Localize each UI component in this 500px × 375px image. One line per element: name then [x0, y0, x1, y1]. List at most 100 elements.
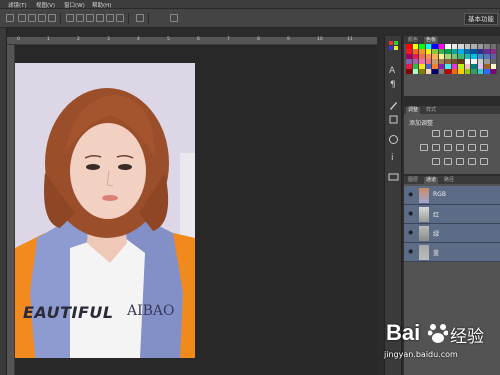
brush-icon[interactable]	[388, 100, 399, 111]
channel-row-red[interactable]: ◉ 红	[404, 205, 500, 224]
channel-row-green[interactable]: ◉ 绿	[404, 224, 500, 243]
tab-layers[interactable]: 图层	[406, 177, 420, 184]
distribute-bottom-icon[interactable]	[86, 14, 94, 22]
channel-thumbnail	[419, 245, 429, 260]
ruler-label: 7	[227, 37, 230, 42]
3d-mode-icon[interactable]	[170, 14, 178, 22]
distribute-right-icon[interactable]	[116, 14, 124, 22]
align-bottom-icon[interactable]	[38, 14, 46, 22]
svg-text:A: A	[389, 66, 396, 75]
align-top-icon[interactable]	[18, 14, 26, 22]
hue-saturation-icon[interactable]	[420, 144, 428, 151]
tab-styles[interactable]: 样式	[424, 107, 438, 114]
channel-thumbnail	[419, 188, 429, 203]
distribute-top-icon[interactable]	[66, 14, 74, 22]
layer-comps-icon[interactable]	[388, 171, 399, 182]
distribute-center-icon[interactable]	[76, 14, 84, 22]
watermark-brand: Bai	[386, 320, 421, 345]
svg-text:¶: ¶	[390, 80, 396, 89]
menu-view[interactable]: 视图(V)	[36, 1, 55, 9]
adjustments-title: 添加调整	[409, 120, 434, 127]
tab-adjustments[interactable]: 调整	[406, 107, 421, 114]
horizontal-ruler: 0 1 2 3 4 5 6 7 8 9 10 11	[7, 37, 377, 45]
ruler-label: 8	[257, 37, 260, 42]
tool-preset-icon[interactable]	[6, 14, 14, 22]
visibility-eye-icon[interactable]: ◉	[408, 249, 414, 255]
align-middle-icon[interactable]	[28, 14, 36, 22]
tab-paths[interactable]: 路径	[442, 177, 456, 184]
channel-thumbnail	[419, 207, 429, 222]
invert-icon[interactable]	[432, 158, 440, 165]
color-lookup-icon[interactable]	[480, 144, 488, 151]
exposure-icon[interactable]	[468, 130, 476, 137]
auto-align-icon[interactable]	[136, 14, 144, 22]
watermark: Bai 经验 jingyan.baidu.com	[384, 320, 496, 365]
info-icon[interactable]: i	[388, 151, 399, 162]
ruler-label: 0	[17, 37, 20, 42]
ruler-label: 1	[47, 37, 50, 42]
gradient-map-icon[interactable]	[468, 158, 476, 165]
shirt-text-left: EAUTIFUL	[23, 303, 114, 322]
visibility-eye-icon[interactable]: ◉	[408, 230, 414, 236]
brush-presets-icon[interactable]	[388, 114, 399, 125]
color-icon[interactable]	[388, 40, 399, 51]
channels-tabbar: 图层 通道 路径	[404, 176, 500, 184]
separator	[60, 13, 61, 24]
shirt-text-right: AIBAO	[127, 303, 175, 319]
channel-name: 蓝	[433, 250, 440, 257]
color-swatch[interactable]	[490, 69, 497, 74]
watermark-url: jingyan.baidu.com	[384, 350, 458, 359]
channel-row-rgb[interactable]: ◉ RGB	[404, 186, 500, 205]
threshold-icon[interactable]	[456, 158, 464, 165]
swatches-panel: 颜色 色板	[404, 36, 500, 96]
tools-panel	[0, 28, 7, 375]
document-image[interactable]: EAUTIFUL AIBAO	[15, 63, 195, 358]
menu-filter[interactable]: 滤镜(T)	[8, 1, 27, 9]
swatches-tabbar: 颜色 色板	[404, 36, 500, 44]
channel-row-blue[interactable]: ◉ 蓝	[404, 243, 500, 262]
options-bar: 基本功能	[0, 9, 500, 28]
channel-thumbnail	[419, 226, 429, 241]
ruler-label: 6	[197, 37, 200, 42]
separator	[148, 13, 149, 24]
ruler-label: 11	[347, 37, 353, 42]
swatch-grid[interactable]	[406, 44, 497, 74]
paragraph-icon[interactable]: ¶	[388, 78, 399, 89]
channel-name: 红	[433, 212, 440, 219]
color-balance-icon[interactable]	[432, 144, 440, 151]
ruler-label: 9	[287, 37, 290, 42]
history-icon[interactable]	[388, 134, 399, 145]
channel-name: RGB	[433, 191, 446, 198]
svg-text:i: i	[391, 153, 394, 162]
ruler-label: 2	[77, 37, 80, 42]
tab-swatches[interactable]: 色板	[424, 37, 439, 44]
channel-mixer-icon[interactable]	[468, 144, 476, 151]
paw-icon	[428, 324, 448, 343]
tab-color[interactable]: 颜色	[406, 37, 420, 44]
ruler-label: 4	[137, 37, 140, 42]
distribute-left-icon[interactable]	[96, 14, 104, 22]
menu-help[interactable]: 帮助(H)	[92, 1, 111, 9]
photo-filter-icon[interactable]	[456, 144, 464, 151]
ruler-label: 5	[167, 37, 170, 42]
channel-name: 绿	[433, 231, 440, 238]
distribute-hcenter-icon[interactable]	[106, 14, 114, 22]
align-left-icon[interactable]	[48, 14, 56, 22]
adjustments-panel: 调整 样式 添加调整	[404, 106, 500, 174]
black-white-icon[interactable]	[444, 144, 452, 151]
brightness-icon[interactable]	[432, 130, 440, 137]
visibility-eye-icon[interactable]: ◉	[408, 192, 414, 198]
posterize-icon[interactable]	[444, 158, 452, 165]
levels-icon[interactable]	[444, 130, 452, 137]
watermark-brand-suffix: 经验	[450, 327, 484, 347]
tab-channels[interactable]: 通道	[424, 177, 439, 184]
visibility-eye-icon[interactable]: ◉	[408, 211, 414, 217]
curves-icon[interactable]	[456, 130, 464, 137]
character-icon[interactable]: A	[388, 64, 399, 75]
vibrance-icon[interactable]	[480, 130, 488, 137]
ruler-label: 3	[107, 37, 110, 42]
menu-window[interactable]: 窗口(W)	[64, 1, 85, 9]
menu-bar: 滤镜(T) 视图(V) 窗口(W) 帮助(H)	[0, 0, 500, 9]
workspace-switcher[interactable]: 基本功能	[464, 13, 498, 25]
selective-color-icon[interactable]	[480, 158, 488, 165]
